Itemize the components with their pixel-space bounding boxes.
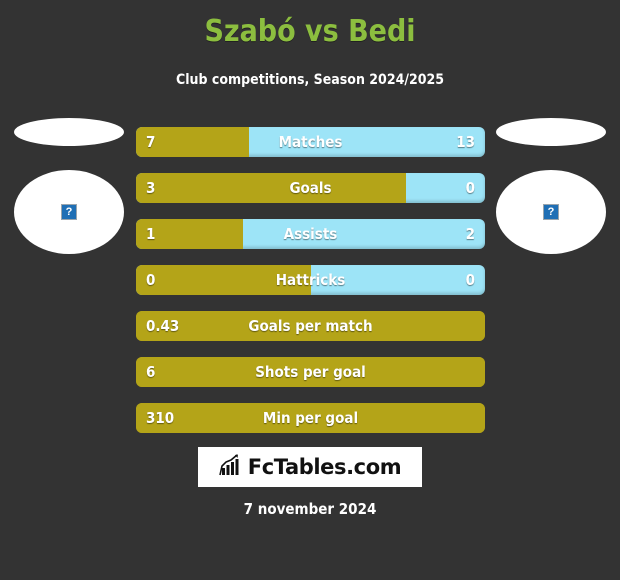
stat-value-right: 2 <box>465 225 475 243</box>
photo-ellipse-main-right: ? <box>496 170 606 254</box>
stat-label: Shots per goal <box>255 363 366 381</box>
player-photo-left: ? <box>14 118 124 254</box>
page-title: Szabó vs Bedi <box>204 14 416 49</box>
stat-bar-row: 6 Shots per goal <box>136 357 485 387</box>
stat-bars-list: 7 Matches 13 3 Goals 0 1 Assists 2 0 Hattricks 0 0.4… <box>136 127 485 449</box>
stat-value-right: 13 <box>456 133 475 151</box>
photo-ellipse-top-left <box>14 118 124 146</box>
stat-bar-row: 7 Matches 13 <box>136 127 485 157</box>
stat-label: Matches <box>278 133 343 151</box>
stat-bar-row: 0 Hattricks 0 <box>136 265 485 295</box>
stats-comparison-page: Szabó vs Bedi Club competitions, Season … <box>0 0 620 580</box>
broken-image-icon: ? <box>61 204 77 220</box>
stat-label: Goals per match <box>248 317 373 335</box>
page-subtitle: Club competitions, Season 2024/2025 <box>175 72 445 88</box>
stat-bar-row: 310 Min per goal <box>136 403 485 433</box>
stat-label: Hattricks <box>275 271 346 289</box>
footer-date: 7 november 2024 <box>243 500 377 518</box>
bar-chart-growth-icon <box>218 454 243 480</box>
player-photo-right: ? <box>496 118 606 254</box>
stat-label: Goals <box>289 179 332 197</box>
stat-value-right: 0 <box>465 271 475 289</box>
fctables-logo-text: FcTables.com <box>247 455 402 479</box>
fctables-logo[interactable]: FcTables.com <box>198 447 422 487</box>
photo-ellipse-main-left: ? <box>14 170 124 254</box>
stat-label: Min per goal <box>262 409 359 427</box>
stat-bar-row: 0.43 Goals per match <box>136 311 485 341</box>
stat-bar-row: 1 Assists 2 <box>136 219 485 249</box>
stat-value-right: 0 <box>465 179 475 197</box>
photo-ellipse-top-right <box>496 118 606 146</box>
stat-label: Assists <box>283 225 338 243</box>
broken-image-icon: ? <box>543 204 559 220</box>
stat-bar-row: 3 Goals 0 <box>136 173 485 203</box>
